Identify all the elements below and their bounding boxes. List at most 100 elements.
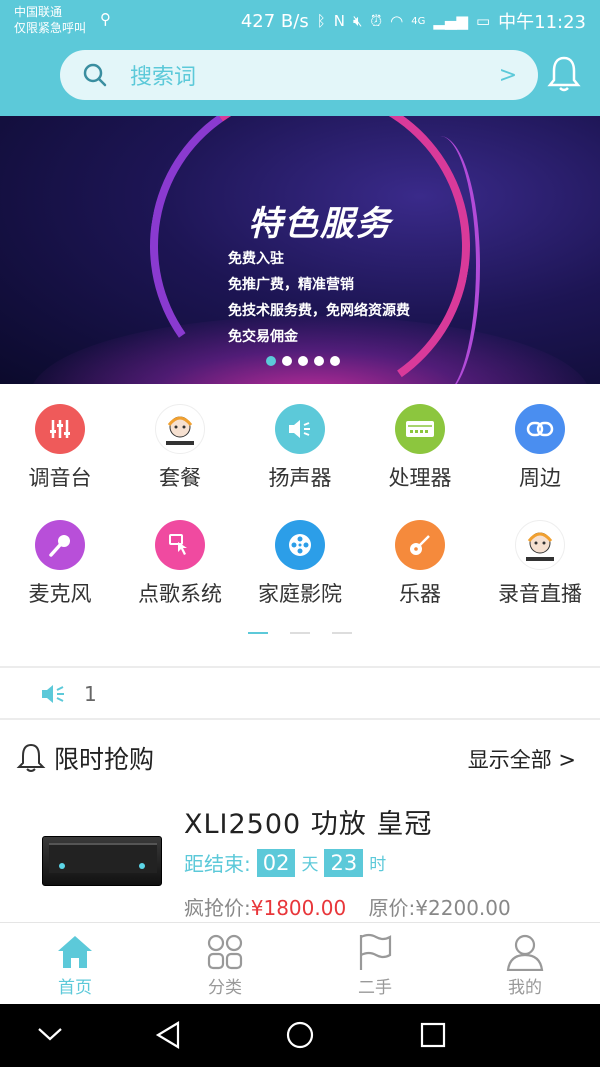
countdown-days: 02	[256, 848, 296, 877]
tab-label: 我的	[508, 978, 542, 998]
category-page-indicator[interactable]	[332, 632, 352, 634]
tab-label: 分类	[208, 978, 242, 998]
category-label: 乐器	[399, 582, 441, 606]
carrier-name: 中国联通	[14, 5, 63, 19]
nfc-icon: N	[333, 12, 345, 30]
tab-mine[interactable]: 我的	[450, 923, 600, 1004]
category-label: 调音台	[28, 466, 92, 490]
amp-led	[139, 863, 145, 869]
home-icon	[0, 931, 150, 973]
banner-lines: 免费入驻 免推广费，精准营销 免技术服务费，免网络资源费 免交易佣金	[228, 246, 410, 350]
speaker-icon	[275, 404, 325, 454]
guitar-icon	[395, 520, 445, 570]
microphone-icon	[35, 520, 85, 570]
film-reel-icon	[275, 520, 325, 570]
category-processor[interactable]: 处理器	[360, 384, 480, 494]
amp-front-panel	[49, 843, 157, 873]
tab-label: 二手	[358, 978, 392, 998]
product-name: XLI2500 功放 皇冠	[184, 809, 433, 840]
category-page-indicator[interactable]	[290, 632, 310, 634]
search-input[interactable]: 搜索词	[130, 59, 478, 91]
alarm-icon: ⏰︎	[370, 12, 383, 30]
mascot-icon	[155, 404, 205, 454]
net-speed: 427 B/s	[240, 10, 309, 32]
chevron-right-icon[interactable]: >	[478, 63, 538, 88]
pager-dot[interactable]	[330, 356, 340, 366]
pager-dot[interactable]	[314, 356, 324, 366]
category-label: 家庭影院	[258, 582, 342, 606]
product-card[interactable]: XLI2500 功放 皇冠 距结束: 02 天 23 时 疯抢价:¥1800.0…	[0, 792, 600, 922]
bell-icon	[16, 742, 46, 778]
promo-banner[interactable]: 特色服务 免费入驻 免推广费，精准营销 免技术服务费，免网络资源费 免交易佣金	[0, 116, 600, 384]
category-label: 麦克风	[28, 582, 92, 606]
product-image	[42, 836, 162, 886]
tab-home[interactable]: 首页	[0, 923, 150, 1004]
wifi-icon: ◠	[390, 12, 404, 30]
category-label: 套餐	[159, 466, 201, 490]
show-all-link[interactable]: 显示全部 >	[468, 744, 576, 774]
category-instrument[interactable]: 乐器	[360, 500, 480, 610]
original-price-label: 原价:	[368, 896, 416, 920]
original-price: ¥2200.00	[415, 896, 511, 920]
category-package[interactable]: 套餐	[120, 384, 240, 494]
banner-line: 免技术服务费，免网络资源费	[228, 303, 410, 319]
category-home-theater[interactable]: 家庭影院	[240, 500, 360, 610]
mascot-icon	[515, 520, 565, 570]
category-page-indicator[interactable]	[248, 632, 268, 634]
signal-label: 4G	[411, 15, 426, 27]
tab-secondhand[interactable]: 二手	[300, 923, 450, 1004]
countdown-hours: 23	[324, 848, 364, 877]
status-bar: 中国联通 仅限紧急呼叫 ⚲ 427 B/s ᛒ N 🔇︎ ⏰︎ ◠ 4G ▂▄▆…	[0, 0, 600, 42]
category-pager	[248, 632, 352, 634]
category-microphone[interactable]: 麦克风	[0, 500, 120, 610]
countdown-label: 距结束:	[184, 852, 251, 876]
banner-ring-accent	[400, 136, 480, 384]
clock: 中午11:23	[498, 12, 586, 33]
category-label: 扬声器	[268, 466, 332, 490]
category-recording-live[interactable]: 录音直播	[480, 500, 600, 610]
pager-dot[interactable]	[266, 356, 276, 366]
notice-text: 1	[84, 682, 97, 706]
battery-icon: ▭	[475, 12, 491, 30]
flash-sale-header: 限时抢购 显示全部 >	[0, 720, 600, 792]
countdown: 距结束: 02 天 23 时	[184, 848, 386, 877]
banner-pager	[266, 356, 340, 366]
category-karaoke[interactable]: 点歌系统	[120, 500, 240, 610]
usb-icon: ⚲	[100, 10, 111, 28]
category-label: 周边	[519, 466, 561, 490]
bottom-tab-bar: 首页 分类 二手 我的	[0, 922, 600, 1004]
category-label: 点歌系统	[138, 582, 222, 606]
status-indicators: 427 B/s ᛒ N 🔇︎ ⏰︎ ◠ 4G ▂▄▆ ▭ 中午11:23	[241, 8, 586, 34]
mixer-icon	[35, 404, 85, 454]
chevron-down-icon[interactable]	[36, 1024, 64, 1048]
pager-dot[interactable]	[282, 356, 292, 366]
category-speaker[interactable]: 扬声器	[240, 384, 360, 494]
back-icon[interactable]	[154, 1020, 182, 1054]
touch-icon	[155, 520, 205, 570]
banner-line: 免推广费，精准营销	[228, 277, 354, 293]
category-peripheral[interactable]: 周边	[480, 384, 600, 494]
mute-icon: 🔇︎	[352, 12, 363, 30]
banner-line: 免交易佣金	[228, 329, 298, 345]
link-icon	[515, 404, 565, 454]
recents-icon[interactable]	[420, 1022, 446, 1052]
category-mixer[interactable]: 调音台	[0, 384, 120, 494]
pager-dot[interactable]	[298, 356, 308, 366]
category-label: 处理器	[388, 466, 452, 490]
search-icon	[60, 62, 130, 88]
notification-bell-icon[interactable]	[546, 54, 582, 94]
tab-category[interactable]: 分类	[150, 923, 300, 1004]
price-row: 疯抢价:¥1800.00 原价:¥2200.00	[184, 892, 511, 921]
countdown-hours-unit: 时	[369, 855, 387, 875]
emergency-only: 仅限紧急呼叫	[14, 21, 87, 35]
header: 搜索词 >	[0, 42, 600, 116]
flag-icon	[300, 931, 450, 973]
search-bar[interactable]: 搜索词 >	[60, 50, 538, 100]
home-circle-icon[interactable]	[285, 1020, 315, 1054]
banner-title: 特色服务	[248, 204, 392, 244]
user-icon	[450, 931, 600, 973]
signal-icon: ▂▄▆	[433, 12, 468, 30]
bluetooth-icon: ᛒ	[316, 12, 326, 30]
category-label: 录音直播	[498, 582, 582, 606]
notice-bar[interactable]: 1	[0, 670, 600, 718]
